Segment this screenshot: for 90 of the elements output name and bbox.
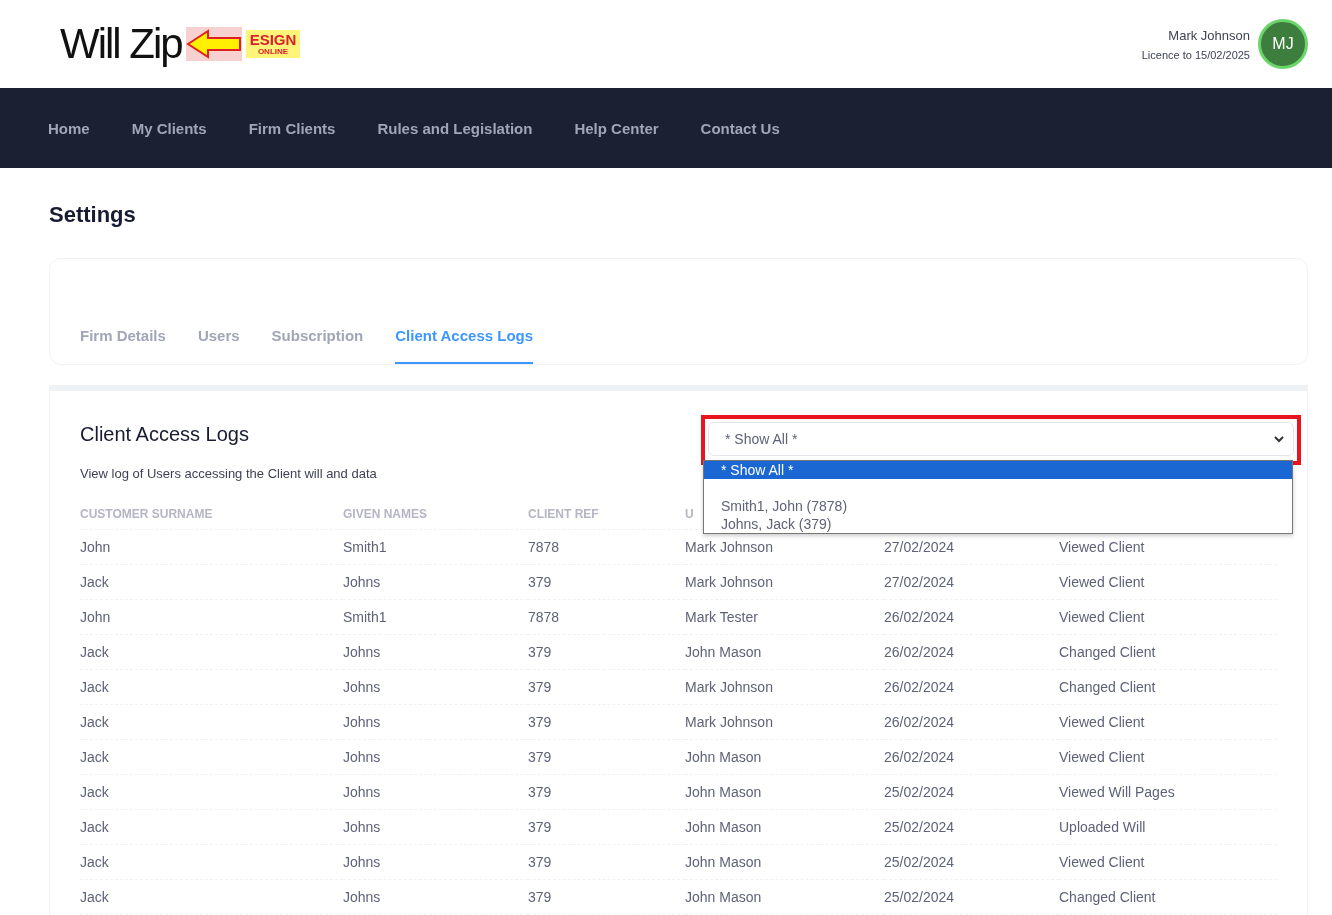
table-cell: Johns	[343, 679, 381, 695]
client-select[interactable]: * Show All *	[708, 422, 1294, 456]
table-cell: 7878	[528, 609, 560, 625]
column-header: CLIENT REF	[528, 507, 599, 521]
table-cell: Viewed Client	[1059, 749, 1145, 765]
column-header: CUSTOMER SURNAME	[80, 507, 213, 521]
table-cell: Johns	[343, 714, 381, 730]
table-cell: 26/02/2024	[884, 749, 955, 765]
nav-link[interactable]: Home	[27, 111, 111, 145]
nav-link[interactable]: Contact Us	[679, 111, 801, 145]
table-cell: 26/02/2024	[884, 609, 955, 625]
table-cell: John	[80, 539, 111, 555]
table-cell: Johns	[343, 784, 381, 800]
table-cell: 26/02/2024	[884, 644, 955, 660]
table-cell: Mark Tester	[685, 609, 758, 625]
table-cell: Jack	[80, 644, 109, 660]
table-cell: 26/02/2024	[884, 714, 955, 730]
table-cell: Uploaded Will	[1059, 819, 1146, 835]
user-name: Mark Johnson	[1168, 27, 1250, 43]
table-cell: 379	[528, 574, 552, 590]
table-cell: Viewed Client	[1059, 854, 1145, 870]
nav-link[interactable]: Rules and Legislation	[356, 111, 554, 145]
licence-text: Licence to 15/02/2025	[1141, 48, 1250, 61]
table-cell: Johns	[343, 889, 381, 905]
table-cell: 25/02/2024	[884, 784, 955, 800]
table-cell: 25/02/2024	[884, 889, 955, 905]
column-header: U	[685, 507, 694, 521]
table-cell: John Mason	[685, 854, 762, 870]
table-cell: Johns	[343, 819, 381, 835]
table-cell: John Mason	[685, 749, 762, 765]
table-cell: Mark Johnson	[685, 574, 773, 590]
table-cell: Viewed Client	[1059, 714, 1145, 730]
panel-subtitle: View log of Users accessing the Client will and data	[80, 466, 377, 481]
table-cell: Viewed Will Pages	[1059, 784, 1175, 800]
table-cell: Smith1	[343, 539, 387, 555]
table-cell: 379	[528, 714, 552, 730]
esign-badge: ESIGN ONLINE	[245, 30, 301, 58]
table-cell: 379	[528, 819, 552, 835]
table-cell: Changed Client	[1059, 679, 1156, 695]
table-cell: 379	[528, 784, 552, 800]
table-cell: 379	[528, 889, 552, 905]
table-cell: Jack	[80, 784, 109, 800]
table-cell: Mark Johnson	[685, 539, 773, 555]
user-avatar[interactable]: MJ	[1258, 19, 1308, 69]
table-cell: John Mason	[685, 644, 762, 660]
table-cell: 27/02/2024	[884, 539, 955, 555]
table-cell: Jack	[80, 854, 109, 870]
table-cell: 379	[528, 644, 552, 660]
arrow-icon	[185, 27, 242, 61]
dropdown-option[interactable]: Smith1, John (7878)	[704, 497, 1292, 515]
table-cell: Changed Client	[1059, 889, 1156, 905]
table-cell: Viewed Client	[1059, 539, 1145, 555]
table-cell: 379	[528, 749, 552, 765]
table-cell: 25/02/2024	[884, 854, 955, 870]
table-cell: Jack	[80, 749, 109, 765]
table-cell: Jack	[80, 714, 109, 730]
table-cell: John Mason	[685, 784, 762, 800]
dropdown-option[interactable]: Johns, Jack (379)	[704, 515, 1292, 533]
table-cell: Johns	[343, 854, 381, 870]
table-cell: 7878	[528, 539, 560, 555]
table-cell: Jack	[80, 574, 109, 590]
table-cell: Changed Client	[1059, 644, 1156, 660]
chevron-down-icon	[1273, 433, 1285, 445]
table-cell: Mark Johnson	[685, 714, 773, 730]
table-cell: Mark Johnson	[685, 679, 773, 695]
logo-wordmark: Will Zip	[60, 20, 182, 68]
table-cell: Smith1	[343, 609, 387, 625]
page-title: Settings	[49, 202, 137, 228]
table-cell: John Mason	[685, 819, 762, 835]
table-cell: Viewed Client	[1059, 609, 1145, 625]
dropdown-option[interactable]: * Show All *	[704, 461, 1292, 479]
table-cell: Viewed Client	[1059, 574, 1145, 590]
nav-link[interactable]: Help Center	[553, 111, 680, 145]
panel-title: Client Access Logs	[80, 423, 250, 446]
column-header: GIVEN NAMES	[343, 507, 427, 521]
table-cell: Johns	[343, 644, 381, 660]
table-cell: 379	[528, 854, 552, 870]
table-cell: Jack	[80, 679, 109, 695]
table-cell: Jack	[80, 819, 109, 835]
table-cell: 26/02/2024	[884, 679, 955, 695]
table-cell: John Mason	[685, 889, 762, 905]
table-cell: Johns	[343, 574, 381, 590]
table-cell: John	[80, 609, 111, 625]
nav-link[interactable]: My Clients	[110, 111, 228, 145]
table-cell: 379	[528, 679, 552, 695]
table-cell: 27/02/2024	[884, 574, 955, 590]
table-cell: Johns	[343, 749, 381, 765]
table-cell: Jack	[80, 889, 109, 905]
table-cell: 25/02/2024	[884, 819, 955, 835]
nav-link[interactable]: Firm Clients	[227, 111, 357, 145]
